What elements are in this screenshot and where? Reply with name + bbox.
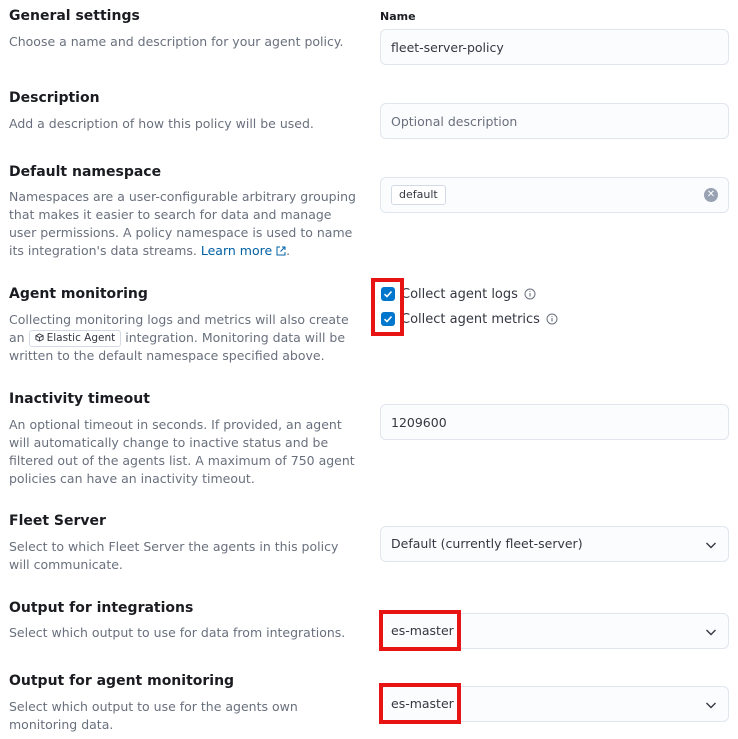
inactivity-timeout-input[interactable] [380, 404, 729, 440]
chevron-down-icon [706, 629, 716, 636]
name-label: Name [380, 10, 416, 23]
output-monitoring-title: Output for agent monitoring [9, 673, 235, 689]
clear-icon[interactable]: ✕ [704, 188, 718, 202]
output-monitoring-select[interactable]: es-master [380, 686, 729, 722]
fleet-server-title: Fleet Server [9, 513, 106, 529]
collect-logs-checkbox[interactable] [381, 287, 395, 301]
namespace-chip[interactable]: default [391, 185, 446, 205]
description-input[interactable] [380, 103, 729, 139]
output-monitoring-desc: Select which output to use for the agent… [9, 699, 298, 732]
fleet-server-desc: Select to which Fleet Server the agents … [9, 539, 339, 572]
checkmark-icon [383, 290, 393, 298]
inactivity-desc: An optional timeout in seconds. If provi… [9, 417, 355, 486]
chevron-down-icon [706, 542, 716, 549]
info-icon[interactable] [546, 313, 558, 325]
namespace-combobox[interactable]: default ✕ [380, 177, 729, 213]
chevron-down-icon [706, 702, 716, 709]
output-integrations-title: Output for integrations [9, 600, 194, 616]
elastic-agent-badge-label: Elastic Agent [46, 332, 116, 344]
namespace-title: Default namespace [9, 164, 162, 180]
collect-logs-row[interactable]: Collect agent logs [380, 284, 536, 304]
description-desc: Add a description of how this policy wil… [9, 116, 314, 131]
output-integrations-select[interactable]: es-master [380, 613, 729, 649]
info-icon[interactable] [524, 288, 536, 300]
output-integrations-desc: Select which output to use for data from… [9, 625, 346, 640]
general-settings-desc: Choose a name and description for your a… [9, 34, 344, 49]
external-link-icon [276, 246, 286, 256]
collect-metrics-label[interactable]: Collect agent metrics [401, 312, 540, 327]
fleet-server-value: Default (currently fleet-server) [391, 536, 583, 551]
agent-monitoring-title: Agent monitoring [9, 286, 148, 302]
general-settings-title: General settings [9, 8, 140, 24]
checkmark-icon [383, 315, 393, 323]
inactivity-title: Inactivity timeout [9, 391, 150, 407]
collect-metrics-checkbox[interactable] [381, 312, 395, 326]
fleet-server-select[interactable]: Default (currently fleet-server) [380, 526, 729, 562]
namespace-desc: Namespaces are a user-configurable arbit… [9, 189, 356, 258]
package-icon [35, 333, 44, 342]
output-integrations-value: es-master [391, 623, 454, 638]
agent-monitoring-desc: Collecting monitoring logs and metrics w… [9, 311, 359, 365]
learn-more-text: Learn more [200, 243, 273, 258]
elastic-agent-badge: Elastic Agent [28, 330, 122, 347]
description-title: Description [9, 90, 100, 106]
learn-more-link[interactable]: Learn more [201, 243, 286, 258]
name-input[interactable] [380, 29, 729, 65]
namespace-desc-text: Namespaces are a user-configurable arbit… [9, 189, 356, 258]
output-monitoring-value: es-master [391, 696, 454, 711]
collect-metrics-row[interactable]: Collect agent metrics [380, 309, 558, 329]
collect-logs-label[interactable]: Collect agent logs [401, 287, 518, 302]
